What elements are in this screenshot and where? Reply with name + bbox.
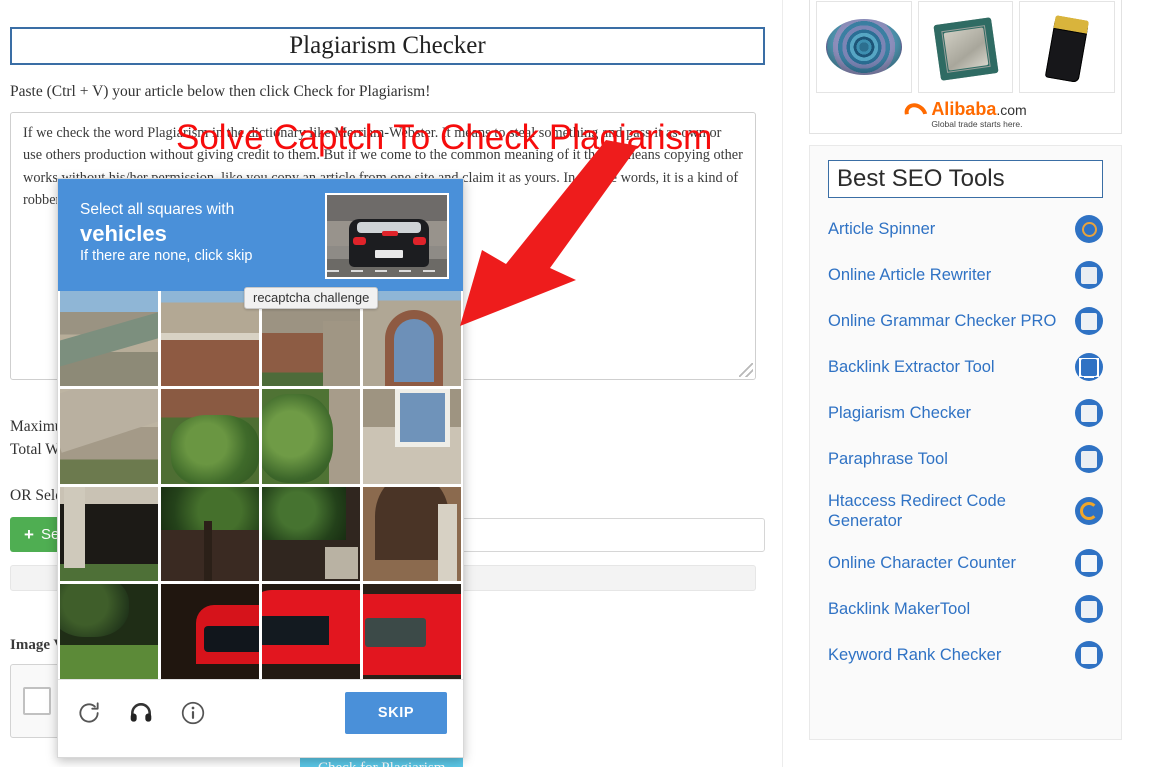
best-seo-tools-panel: Best SEO Tools Article Spinner Online Ar… [809,145,1122,740]
htaccess-generator-icon [1075,497,1103,525]
recaptcha-tile-4[interactable] [60,388,158,484]
audio-headphone-icon[interactable] [126,698,156,728]
plagiarism-checker-page: Plagiarism Checker Paste (Ctrl + V) your… [0,0,1155,767]
right-sidebar-column: Alibaba.com Global trade starts here. Be… [790,0,1155,767]
sidebar-item-label[interactable]: Online Character Counter [828,553,1016,573]
plus-icon: + [24,525,34,544]
sidebar-item-paraphrase-tool[interactable]: Paraphrase Tool [828,436,1103,482]
article-rewriter-icon [1075,261,1103,289]
sidebar-item-label[interactable]: Htaccess Redirect Code Generator [828,491,1065,531]
sidebar-item-label[interactable]: Article Spinner [828,219,935,239]
sidebar-item-online-article-rewriter[interactable]: Online Article Rewriter [828,252,1103,298]
recaptcha-checkbox[interactable] [23,687,51,715]
recaptcha-footer: SKIP [58,679,463,745]
alibaba-tagline: Global trade starts here. [931,118,1023,129]
sidebar-item-label[interactable]: Plagiarism Checker [828,403,971,423]
article-spinner-icon [1075,215,1103,243]
ad-thumbnails [816,1,1116,93]
recaptcha-tile-12[interactable] [60,584,158,679]
reload-icon[interactable] [74,698,104,728]
recaptcha-skip-button[interactable]: SKIP [345,691,447,734]
recaptcha-tile-13[interactable] [161,584,259,679]
recaptcha-tile-0[interactable] [60,291,158,386]
sidebar-item-online-grammar-checker-pro[interactable]: Online Grammar Checker PRO [828,298,1103,344]
sidebar-item-label[interactable]: Backlink MakerTool [828,599,970,619]
textarea-resize-handle[interactable] [739,363,753,377]
keyword-rank-checker-icon [1075,641,1103,669]
sidebar-item-label[interactable]: Online Article Rewriter [828,265,991,285]
recaptcha-tile-15[interactable] [363,584,461,679]
sidebar-item-backlink-extractor-tool[interactable]: Backlink Extractor Tool [828,344,1103,390]
recaptcha-instruction-line3: If there are none, click skip [80,248,253,264]
recaptcha-instruction-line1: Select all squares with [80,201,235,218]
plagiarism-checker-icon [1075,399,1103,427]
sidebar-header: Best SEO Tools [828,160,1103,198]
page-title: Plagiarism Checker [10,27,765,65]
column-divider [782,0,783,767]
sidebar-item-plagiarism-checker[interactable]: Plagiarism Checker [828,390,1103,436]
sidebar-item-online-character-counter[interactable]: Online Character Counter [828,540,1103,586]
character-counter-icon [1075,549,1103,577]
sidebar-item-htaccess-redirect-code-generator[interactable]: Htaccess Redirect Code Generator [828,482,1103,540]
recaptcha-header: Select all squares with vehicles If ther… [58,179,463,291]
recaptcha-tile-14[interactable] [262,584,360,679]
backlink-extractor-icon [1075,353,1103,381]
recaptcha-tile-10[interactable] [262,486,360,582]
info-icon[interactable] [178,698,208,728]
sidebar-item-label[interactable]: Keyword Rank Checker [828,645,1001,665]
recaptcha-tile-8[interactable] [60,486,158,582]
recaptcha-example-image [325,193,449,279]
ad-thumb-cpu-processor-image[interactable] [917,1,1014,93]
backlink-maker-icon [1075,595,1103,623]
recaptcha-tile-9[interactable] [161,486,259,582]
recaptcha-tooltip: recaptcha challenge [244,287,379,309]
grammar-checker-icon [1075,307,1103,335]
ad-thumb-mandala-cushion-image[interactable] [816,1,912,93]
recaptcha-tile-6[interactable] [262,388,360,484]
sidebar-item-label[interactable]: Online Grammar Checker PRO [828,311,1056,331]
sidebar-item-label[interactable]: Paraphrase Tool [828,449,948,469]
recaptcha-image-grid[interactable] [58,291,463,679]
sidebar-item-keyword-rank-checker[interactable]: Keyword Rank Checker [828,632,1103,678]
recaptcha-tile-7[interactable] [363,388,461,484]
alibaba-logo[interactable]: Alibaba.com Global trade starts here. [816,98,1115,130]
recaptcha-tile-11[interactable] [363,486,461,582]
paste-instruction: Paste (Ctrl + V) your article below then… [10,83,431,100]
sidebar-item-label[interactable]: Backlink Extractor Tool [828,357,995,377]
or-select-label: OR Sele [10,487,63,504]
alibaba-swoosh-icon [900,98,932,130]
sidebar-item-article-spinner[interactable]: Article Spinner [828,206,1103,252]
recaptcha-tile-5[interactable] [161,388,259,484]
recaptcha-target-object: vehicles [80,221,167,246]
ad-thumb-micro-sd-card-image[interactable] [1019,1,1116,93]
paraphrase-tool-icon [1075,445,1103,473]
alibaba-ad[interactable]: Alibaba.com Global trade starts here. [809,0,1122,134]
alibaba-brand-name: Alibaba [931,98,997,119]
alibaba-brand-tld: .com [996,101,1027,118]
sidebar-item-backlink-makertool[interactable]: Backlink MakerTool [828,586,1103,632]
recaptcha-challenge-dialog[interactable]: Select all squares with vehicles If ther… [57,178,464,758]
